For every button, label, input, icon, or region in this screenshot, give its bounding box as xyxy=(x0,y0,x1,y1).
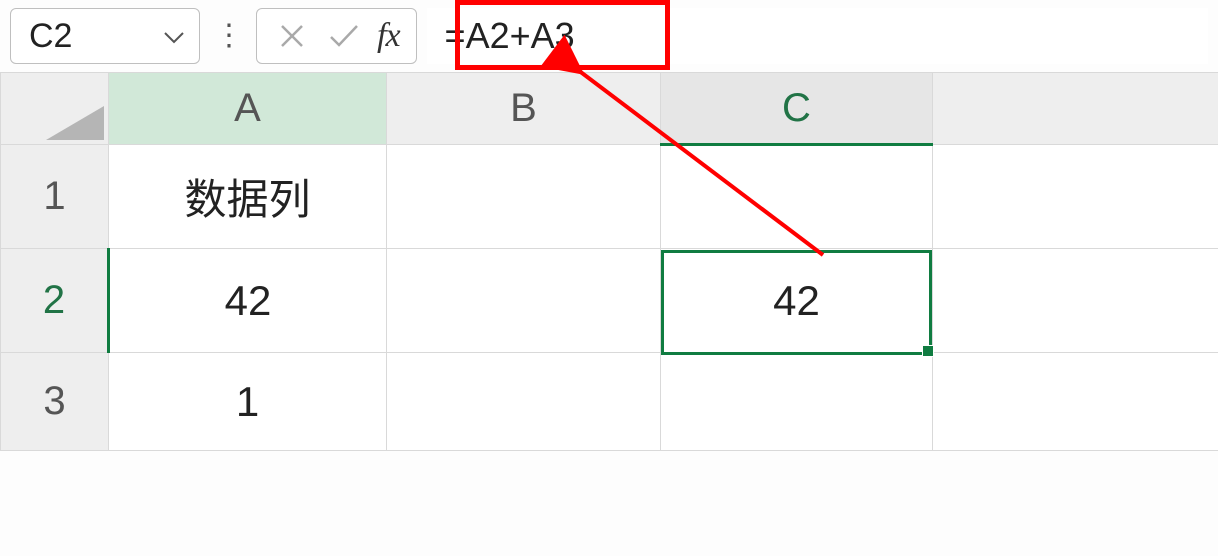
formula-text: =A2+A3 xyxy=(445,15,575,57)
name-box-value: C2 xyxy=(29,17,72,56)
cell-d3[interactable] xyxy=(933,353,1218,451)
row-header-1[interactable]: 1 xyxy=(1,145,109,249)
formula-bar: C2 ⋮ fx =A2+A3 xyxy=(0,0,1218,72)
name-box[interactable]: C2 xyxy=(10,8,200,64)
formula-edit-controls: fx xyxy=(256,8,417,64)
row-1: 1 数据列 xyxy=(1,145,1218,249)
formula-input[interactable]: =A2+A3 xyxy=(427,8,1208,64)
select-all-corner[interactable] xyxy=(1,73,109,145)
row-2: 2 42 42 xyxy=(1,249,1218,353)
cancel-icon[interactable] xyxy=(273,22,311,50)
cell-a3[interactable]: 1 xyxy=(109,353,387,451)
cell-c3[interactable] xyxy=(661,353,933,451)
row-3: 3 1 xyxy=(1,353,1218,451)
spreadsheet-grid: A B C 1 数据列 2 42 42 3 1 xyxy=(0,72,1218,451)
cell-a2[interactable]: 42 xyxy=(109,249,387,353)
column-header-d[interactable] xyxy=(933,73,1218,145)
cell-c1[interactable] xyxy=(661,145,933,249)
cell-b1[interactable] xyxy=(387,145,661,249)
chevron-down-icon[interactable] xyxy=(163,20,185,52)
cell-d1[interactable] xyxy=(933,145,1218,249)
cell-b3[interactable] xyxy=(387,353,661,451)
column-header-c[interactable]: C xyxy=(661,73,933,145)
column-header-b[interactable]: B xyxy=(387,73,661,145)
cell-d2[interactable] xyxy=(933,249,1218,353)
cell-c2[interactable]: 42 xyxy=(661,249,933,353)
enter-icon[interactable] xyxy=(325,22,363,50)
column-header-row: A B C xyxy=(1,73,1218,145)
row-header-3[interactable]: 3 xyxy=(1,353,109,451)
cell-a1[interactable]: 数据列 xyxy=(109,145,387,249)
column-header-a[interactable]: A xyxy=(109,73,387,145)
row-header-2[interactable]: 2 xyxy=(1,249,109,353)
insert-function-button[interactable]: fx xyxy=(377,17,400,55)
cell-b2[interactable] xyxy=(387,249,661,353)
more-options-icon[interactable]: ⋮ xyxy=(210,21,246,51)
